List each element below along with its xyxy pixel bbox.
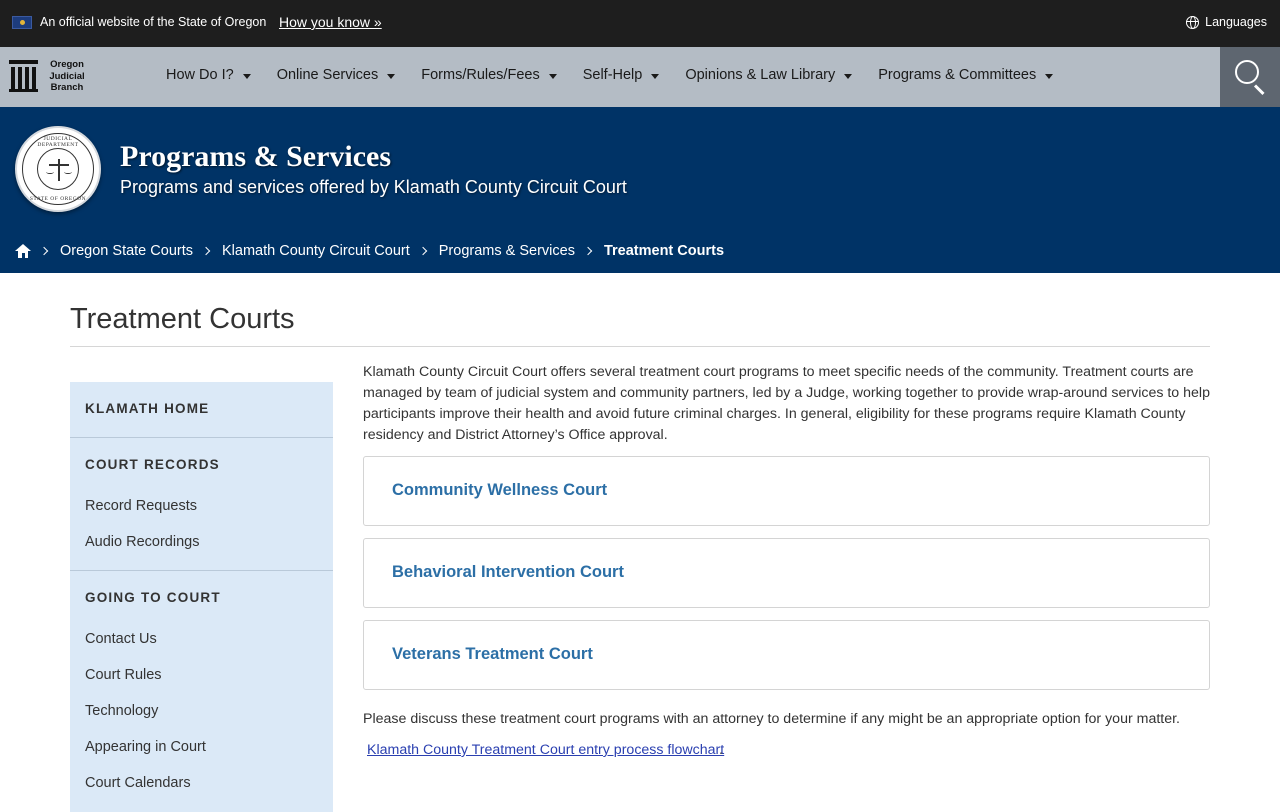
search-icon-handle <box>1253 84 1265 96</box>
sidebar-nav: KLAMATH HOME COURT RECORDS Record Reques… <box>70 382 333 812</box>
flowchart-punctuation: . <box>719 742 723 758</box>
caret-down-icon <box>844 73 853 79</box>
hero-banner: JUDICIAL DEPARTMENT STATE OF OREGON Prog… <box>0 107 1280 273</box>
nav-item-label: Online Services <box>276 67 379 83</box>
breadcrumb: Oregon State Courts Klamath County Circu… <box>15 243 724 259</box>
outro-paragraph: Please discuss these treatment court pro… <box>363 711 1180 727</box>
sidebar-klamath-home[interactable]: KLAMATH HOME <box>85 401 209 416</box>
main-nav: Oregon Judicial Branch How Do I? Online … <box>0 47 1280 107</box>
sidebar-item-contact-us[interactable]: Contact Us <box>85 631 157 647</box>
judicial-seal-icon: JUDICIAL DEPARTMENT STATE OF OREGON <box>15 126 101 212</box>
chevron-right-icon <box>201 246 211 256</box>
caret-down-icon <box>548 73 557 79</box>
sidebar-divider <box>70 570 333 571</box>
nav-item-label: Forms/Rules/Fees <box>421 67 540 83</box>
home-icon[interactable] <box>15 244 31 258</box>
nav-menu: How Do I? Online Services Forms/Rules/Fe… <box>166 67 1079 83</box>
scales-of-justice-icon <box>37 148 79 190</box>
breadcrumb-klamath-county-circuit-court[interactable]: Klamath County Circuit Court <box>222 243 410 259</box>
sidebar-heading-court-records: COURT RECORDS <box>85 457 220 472</box>
oregon-flag-icon <box>12 16 32 29</box>
breadcrumb-oregon-state-courts[interactable]: Oregon State Courts <box>60 243 193 259</box>
chevron-right-icon <box>583 246 593 256</box>
official-site-text: An official website of the State of Oreg… <box>40 15 267 29</box>
breadcrumb-programs-services[interactable]: Programs & Services <box>439 243 575 259</box>
seal-ring: JUDICIAL DEPARTMENT STATE OF OREGON <box>22 133 94 205</box>
title-divider <box>70 346 1210 347</box>
flowchart-link[interactable]: Klamath County Treatment Court entry pro… <box>367 742 724 758</box>
nav-item-label: Opinions & Law Library <box>685 67 836 83</box>
section-title: Programs & Services <box>120 140 392 173</box>
sidebar-heading-going-to-court: GOING TO COURT <box>85 590 221 605</box>
card-title: Community Wellness Court <box>392 481 608 499</box>
sidebar-item-appearing-in-court[interactable]: Appearing in Court <box>85 739 206 755</box>
nav-self-help[interactable]: Self-Help <box>583 67 660 83</box>
sidebar-divider <box>70 437 333 438</box>
caret-down-icon <box>1045 73 1054 79</box>
nav-how-do-i[interactable]: How Do I? <box>166 67 251 83</box>
caret-down-icon <box>242 73 251 79</box>
card-veterans-treatment-court[interactable]: Veterans Treatment Court <box>363 620 1210 690</box>
ojb-logo[interactable]: Oregon Judicial Branch <box>9 59 88 94</box>
chevron-right-icon <box>39 246 49 256</box>
sidebar-item-record-requests[interactable]: Record Requests <box>85 498 197 514</box>
languages-button[interactable]: Languages <box>1186 15 1267 29</box>
caret-down-icon <box>387 73 396 79</box>
section-subtitle: Programs and services offered by Klamath… <box>120 177 627 197</box>
logo-line-1: Oregon <box>50 59 84 70</box>
caret-down-icon <box>651 73 660 79</box>
nav-item-label: Programs & Committees <box>878 67 1037 83</box>
courthouse-pillars-icon <box>9 60 38 93</box>
card-community-wellness-court[interactable]: Community Wellness Court <box>363 456 1210 526</box>
intro-paragraph: Klamath County Circuit Court offers seve… <box>363 364 1210 443</box>
logo-line-2: Judicial <box>49 70 85 82</box>
nav-opinions-law-library[interactable]: Opinions & Law Library <box>685 67 853 83</box>
globe-icon <box>1186 15 1200 29</box>
how-you-know-link[interactable]: How you know » <box>279 14 382 30</box>
sidebar-item-technology[interactable]: Technology <box>85 703 158 719</box>
card-title: Behavioral Intervention Court <box>392 563 624 581</box>
nav-item-label: How Do I? <box>166 67 234 83</box>
search-button[interactable] <box>1220 47 1280 107</box>
nav-programs-committees[interactable]: Programs & Committees <box>878 67 1054 83</box>
logo-text: Oregon Judicial Branch <box>46 59 88 94</box>
sidebar-item-audio-recordings[interactable]: Audio Recordings <box>85 534 199 550</box>
sidebar-item-court-rules[interactable]: Court Rules <box>85 667 162 683</box>
official-banner: An official website of the State of Oreg… <box>0 0 1280 47</box>
search-icon <box>1235 60 1259 84</box>
seal-top-text: JUDICIAL DEPARTMENT <box>37 136 79 148</box>
logo-line-3: Branch <box>50 82 84 93</box>
sidebar-item-court-calendars[interactable]: Court Calendars <box>85 775 191 791</box>
nav-item-label: Self-Help <box>582 67 643 83</box>
nav-forms-rules-fees[interactable]: Forms/Rules/Fees <box>421 67 557 83</box>
languages-label: Languages <box>1205 15 1267 29</box>
card-behavioral-intervention-court[interactable]: Behavioral Intervention Court <box>363 538 1210 608</box>
breadcrumb-current: Treatment Courts <box>603 243 725 259</box>
seal-bottom-text: STATE OF OREGON <box>29 196 87 202</box>
card-title: Veterans Treatment Court <box>392 645 593 663</box>
nav-online-services[interactable]: Online Services <box>277 67 396 83</box>
chevron-right-icon <box>418 246 428 256</box>
page-title: Treatment Courts <box>70 303 295 335</box>
